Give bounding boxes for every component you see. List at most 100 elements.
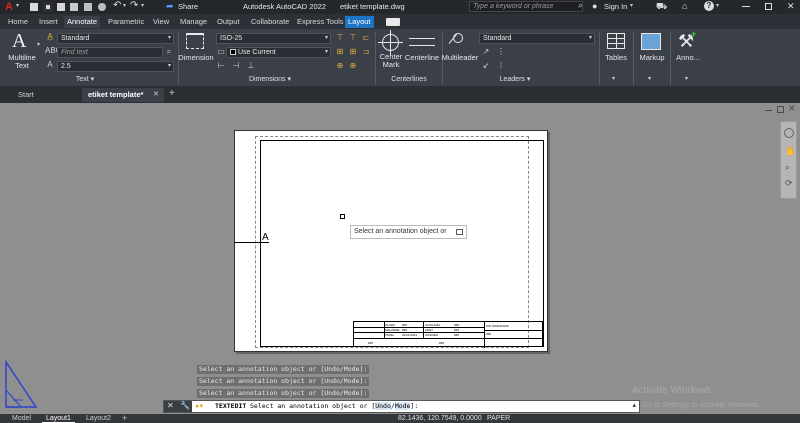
coordinates-readout[interactable]: 82.1436, 120.7549, 0.0000 — [398, 414, 482, 423]
dim-oblique-icon[interactable]: ⊕ — [348, 61, 358, 71]
quick-access-save-icon[interactable] — [44, 3, 52, 11]
autocad-logo-icon[interactable]: A — [3, 1, 15, 13]
close-tab-icon[interactable]: ✕ — [153, 90, 159, 98]
new-tab-icon[interactable]: + — [169, 88, 175, 99]
leaders-panel-label[interactable]: Leaders ▾ — [495, 75, 535, 85]
text-panel-label[interactable]: Text ▾ — [60, 75, 110, 85]
dim-adjust-icon[interactable]: ⊞ — [348, 47, 358, 57]
dim-update-icon[interactable]: ⊤ — [335, 33, 345, 43]
undo-option[interactable]: Undo — [375, 402, 391, 410]
steering-wheel-icon[interactable] — [784, 128, 794, 138]
command-customize-icon[interactable]: 🔧 — [180, 401, 190, 410]
help-icon[interactable]: ? — [704, 1, 714, 11]
command-line-grip[interactable]: ✕ 🔧 — [164, 401, 192, 412]
navigation-bar[interactable]: ✋ ⌕ ⟳ — [780, 121, 797, 199]
multileader-button[interactable]: Multileader — [440, 54, 480, 62]
tab-parametric[interactable]: Parametric — [105, 16, 147, 28]
add-leader-icon[interactable]: ↗ — [481, 47, 491, 57]
redo-icon[interactable]: ↷ — [130, 0, 138, 11]
start-tab[interactable]: Start — [12, 88, 40, 102]
user-icon[interactable]: ● — [592, 1, 597, 11]
dimension-button[interactable]: Dimension — [178, 54, 214, 62]
undo-dropdown-icon[interactable]: ▾ — [123, 2, 126, 9]
viewport-close-icon[interactable]: ✕ — [788, 103, 796, 114]
cart-icon[interactable]: ⛟ — [656, 1, 667, 13]
dim-layer-combo[interactable]: Use Current ▾ — [226, 47, 331, 58]
markup-dropdown-icon[interactable]: ▾ — [648, 75, 651, 82]
tables-dropdown-icon[interactable]: ▾ — [612, 75, 615, 82]
undo-icon[interactable]: ↶ — [113, 0, 121, 11]
redo-dropdown-icon[interactable]: ▾ — [141, 2, 144, 9]
tab-express-tools[interactable]: Express Tools — [294, 16, 347, 28]
drawing-tab[interactable]: etiket template* — [82, 88, 164, 102]
align-leader-icon[interactable]: ⋮ — [496, 47, 506, 57]
tables-button[interactable]: Tables — [600, 54, 632, 62]
close-icon[interactable]: ✕ — [787, 1, 795, 12]
dim-reassoc-icon[interactable]: ⊐ — [361, 47, 371, 57]
command-line[interactable]: ✕ 🔧 ▸▾ TEXTEDIT Select an annotation obj… — [163, 400, 640, 413]
dim-break-icon[interactable]: ⊞ — [335, 47, 345, 57]
search-field[interactable]: Type a keyword or phrase — [469, 1, 583, 12]
annotation-dropdown-icon[interactable]: ▾ — [685, 75, 688, 82]
dim-inspect-icon[interactable]: ⊕ — [335, 61, 345, 71]
collect-leader-icon[interactable]: ⁞ — [496, 61, 506, 71]
share-button[interactable]: Share — [178, 2, 198, 11]
quick-access-saveas-icon[interactable] — [57, 3, 65, 11]
mode-option[interactable]: Mode — [394, 402, 411, 410]
command-close-icon[interactable]: ✕ — [167, 401, 174, 410]
mtext-object[interactable]: A — [262, 232, 269, 243]
multiline-text-dropdown-icon[interactable]: ▾ — [37, 41, 40, 48]
leader-style-combo[interactable]: Standard ▾ — [479, 33, 595, 44]
minimize-icon[interactable] — [742, 6, 750, 7]
app-menu-arrow-icon[interactable]: ▾ — [16, 2, 19, 9]
tab-home[interactable]: Home — [5, 16, 31, 28]
tab-insert[interactable]: Insert — [36, 16, 61, 28]
tab-view[interactable]: View — [150, 16, 172, 28]
a360-icon[interactable]: ⌂ — [682, 1, 687, 11]
maximize-icon[interactable] — [765, 3, 772, 10]
command-history-dropdown-icon[interactable]: ▴ — [632, 401, 636, 409]
quick-dim-icon[interactable]: ⊢ — [216, 61, 226, 71]
share-icon[interactable]: ➦ — [166, 1, 174, 12]
markup-icon[interactable] — [641, 33, 661, 50]
layout1-tab[interactable]: Layout1 — [42, 414, 75, 423]
tab-annotate[interactable]: Annotate — [64, 16, 101, 28]
dim-style-combo[interactable]: ISO-25 ▾ — [216, 33, 331, 44]
sign-in-button[interactable]: Sign In — [604, 2, 627, 11]
tab-collaborate[interactable]: Collaborate — [248, 16, 292, 28]
center-mark-button[interactable]: Center Mark — [377, 53, 405, 69]
text-style-combo[interactable]: Standard ▾ — [57, 33, 174, 44]
annotation-scaling-button[interactable]: Anno... — [672, 54, 704, 62]
viewport-restore-icon[interactable] — [777, 106, 784, 113]
text-height-combo[interactable]: 2.5 ▾ — [57, 61, 174, 72]
search-input[interactable]: Type a keyword or phrase — [473, 3, 553, 10]
orbit-icon[interactable]: ⟳ — [785, 178, 793, 189]
multiline-text-button[interactable]: Multiline Text — [6, 54, 38, 70]
search-icon[interactable]: ⌕ — [578, 0, 583, 11]
zoom-icon[interactable]: ⌕ — [785, 162, 790, 173]
find-text-input[interactable]: Find text — [57, 47, 163, 58]
centerline-button[interactable]: Centerline — [404, 54, 440, 62]
tab-layout[interactable]: Layout — [345, 16, 374, 28]
command-prompt[interactable]: Select an annotation object or [Undo/Mod… — [250, 402, 418, 410]
dim-jog-icon[interactable]: ⊏ — [361, 33, 371, 43]
dim-space-icon[interactable]: ⊤ — [348, 33, 358, 43]
tables-icon[interactable] — [607, 33, 625, 49]
drawing-canvas[interactable]: ✕ ✋ ⌕ ⟳ OLCEK ### ACIKLAMA ### MALZEME #… — [0, 103, 800, 414]
paper-space-toggle[interactable]: PAPER — [487, 414, 510, 423]
quick-access-web-icon[interactable] — [98, 3, 106, 11]
layout2-tab[interactable]: Layout2 — [82, 414, 115, 423]
quick-access-new-icon[interactable] — [30, 3, 38, 11]
add-layout-icon[interactable]: + — [122, 413, 127, 423]
signin-dropdown-icon[interactable]: ▾ — [630, 2, 633, 9]
ribbon-options-icon[interactable] — [386, 18, 400, 26]
continue-dim-icon[interactable]: ⊣ — [231, 61, 241, 71]
dimensions-panel-label[interactable]: Dimensions ▾ — [230, 75, 310, 85]
tab-output[interactable]: Output — [214, 16, 243, 28]
quick-access-open-icon[interactable] — [70, 3, 78, 11]
pan-icon[interactable]: ✋ — [785, 146, 796, 157]
markup-button[interactable]: Markup — [636, 54, 668, 62]
multiline-text-icon[interactable]: A — [12, 31, 26, 51]
tab-manage[interactable]: Manage — [177, 16, 210, 28]
quick-access-print-icon[interactable] — [84, 3, 92, 11]
